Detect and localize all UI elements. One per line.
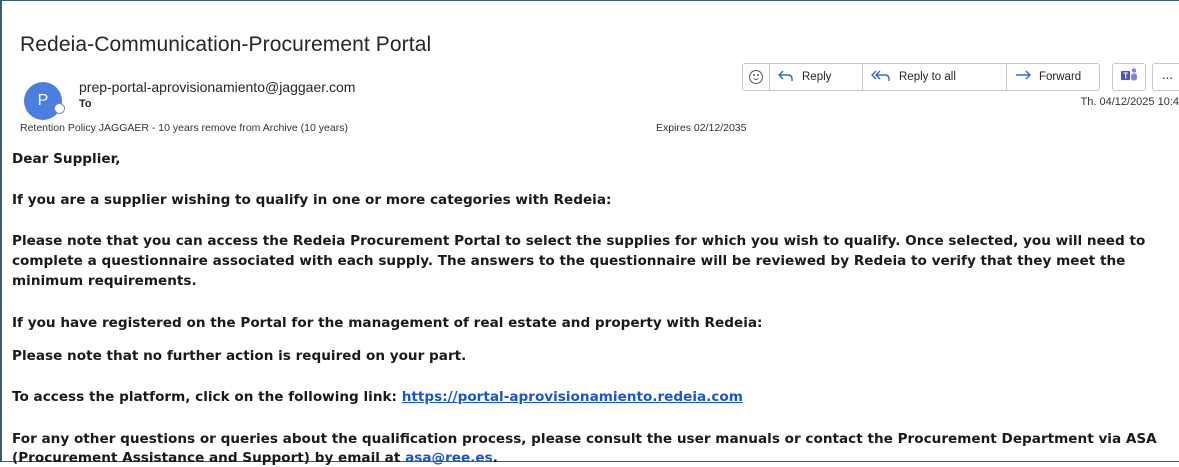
email-reading-pane: Redeia-Communication-Procurement Portal … bbox=[0, 0, 1179, 466]
reply-button[interactable]: Reply bbox=[770, 64, 863, 90]
support-email-link[interactable]: asa@ree.es bbox=[405, 450, 493, 466]
reply-all-button[interactable]: Reply to all bbox=[863, 64, 1007, 90]
teams-icon: T bbox=[1120, 67, 1138, 87]
forward-icon bbox=[1015, 69, 1031, 85]
more-actions-button[interactable]: ··· bbox=[1152, 63, 1179, 91]
body-paragraph-2-line-3: minimum requirements. bbox=[12, 273, 197, 289]
body-paragraph-4: Please note that no further action is re… bbox=[12, 348, 467, 364]
reply-label: Reply bbox=[802, 71, 832, 83]
body-paragraph-6-line-2: (Procurement Assistance and Support) by … bbox=[12, 450, 498, 467]
email-prefix: (Procurement Assistance and Support) by … bbox=[12, 450, 406, 466]
link-prefix: To access the platform, click on the fol… bbox=[12, 389, 402, 405]
reply-all-icon bbox=[871, 69, 891, 85]
expires-date: Expires 02/12/2035 bbox=[656, 122, 747, 134]
retention-policy: Retention Policy JAGGAER - 10 years remo… bbox=[20, 122, 348, 134]
teams-chat-button[interactable]: T bbox=[1112, 63, 1146, 91]
reply-icon bbox=[778, 69, 794, 85]
reaction-button[interactable] bbox=[743, 64, 770, 90]
more-icon: ··· bbox=[1161, 69, 1174, 85]
email-subject: Redeia-Communication-Procurement Portal bbox=[20, 33, 432, 56]
body-paragraph-2-line-2: complete a questionnaire associated with… bbox=[12, 253, 1126, 269]
body-paragraph-1: If you are a supplier wishing to qualify… bbox=[12, 192, 612, 208]
portal-link[interactable]: https://portal-aprovisionamiento.redeia.… bbox=[402, 389, 743, 405]
received-date: Th. 04/12/2025 10:4 bbox=[1080, 96, 1179, 108]
body-paragraph-3: If you have registered on the Portal for… bbox=[12, 315, 763, 331]
emoji-icon bbox=[749, 70, 763, 84]
body-paragraph-5: To access the platform, click on the fol… bbox=[12, 389, 743, 406]
svg-text:T: T bbox=[1123, 72, 1128, 81]
email-suffix: . bbox=[492, 450, 498, 466]
sender-avatar[interactable]: P bbox=[24, 82, 62, 120]
reply-all-label: Reply to all bbox=[899, 71, 956, 83]
presence-status-icon bbox=[54, 103, 65, 114]
forward-button[interactable]: Forward bbox=[1007, 64, 1099, 90]
forward-label: Forward bbox=[1039, 71, 1082, 83]
body-paragraph-2-line-1: Please note that you can access the Rede… bbox=[12, 233, 1146, 249]
response-button-group: Reply Reply to all Forward bbox=[742, 63, 1100, 91]
greeting: Dear Supplier, bbox=[12, 151, 121, 167]
sender-address[interactable]: prep-portal-aprovisionamiento@jaggaer.co… bbox=[79, 79, 355, 95]
to-label: To bbox=[79, 98, 92, 110]
body-paragraph-6-line-1: For any other questions or queries about… bbox=[12, 431, 1157, 447]
